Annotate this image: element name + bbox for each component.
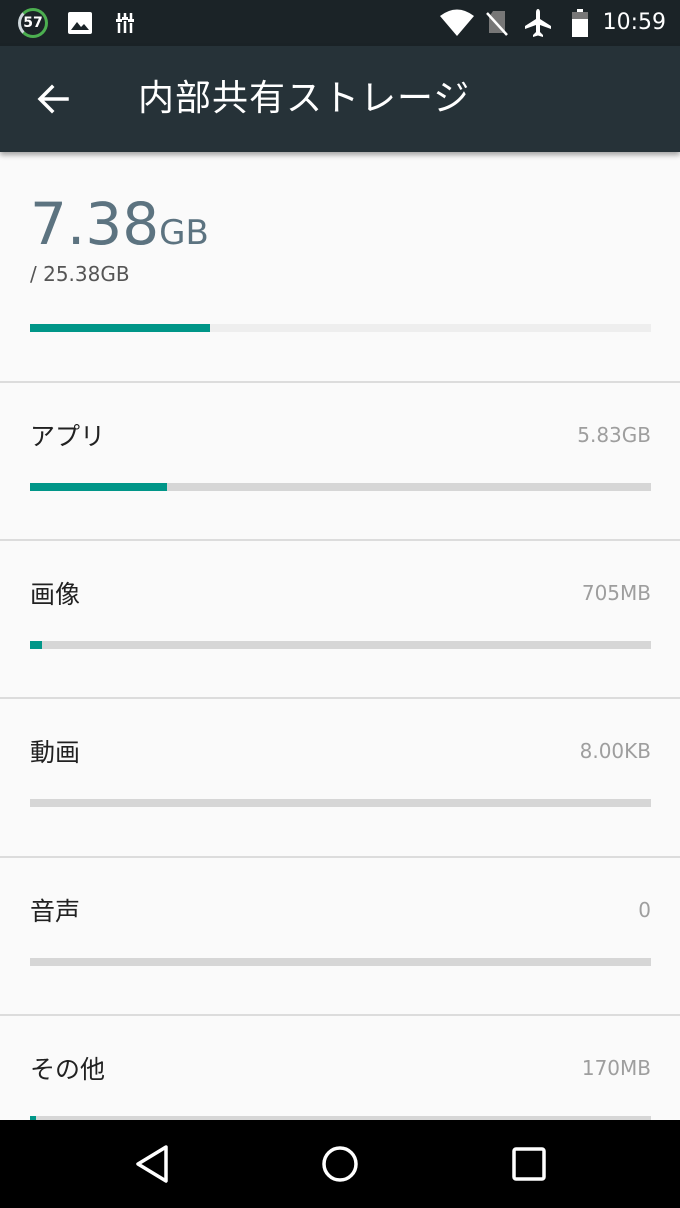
category-usage-bar [30,483,651,491]
wifi-icon [438,0,476,46]
battery-icon [566,0,594,46]
clock-time: 10:59 [602,10,666,35]
category-size: 5.83GB [577,423,651,447]
category-usage-fill [30,641,43,649]
nav-back-triangle-icon [136,1145,168,1183]
total-usage-bar [30,324,651,332]
page-title: 内部共有ストレージ [138,78,471,119]
category-row-apps[interactable]: アプリ 5.83GB [0,383,680,539]
app-bar: 内部共有ストレージ [0,46,680,152]
total-usage-fill [30,324,211,332]
category-label: アプリ [30,422,106,451]
category-size: 0 [638,898,651,922]
category-usage-bar [30,799,651,807]
category-size: 8.00KB [579,739,651,763]
no-sim-icon [482,0,512,46]
airplane-mode-icon [520,0,556,46]
category-usage-bar [30,641,651,649]
battery-percent-text: 57 [23,15,43,31]
category-row-audio[interactable]: 音声 0 [0,858,680,1014]
nav-back-button[interactable] [102,1120,202,1208]
status-bar: 57 10:59 [0,0,680,46]
category-label: 動画 [30,738,81,767]
usb-debug-icon [110,0,140,46]
image-notification-icon [64,0,96,46]
nav-recents-square-icon [512,1147,546,1181]
used-storage-value: 7.38 [30,190,160,258]
storage-summary: 7.38GB / 25.38GB [0,152,680,382]
nav-home-circle-icon [322,1146,358,1182]
battery-percent-indicator: 57 [18,8,48,38]
category-row-images[interactable]: 画像 705MB [0,541,680,697]
category-usage-fill [30,483,167,491]
navigation-bar [0,1120,680,1208]
category-size: 170MB [581,1056,651,1080]
used-storage: 7.38GB [30,190,209,258]
back-button[interactable] [22,68,84,130]
category-label: 画像 [30,580,81,609]
total-storage: / 25.38GB [30,262,130,286]
category-size: 705MB [581,581,651,605]
category-label: 音声 [30,897,81,926]
category-usage-bar [30,958,651,966]
category-label: その他 [30,1055,106,1084]
nav-recents-button[interactable] [479,1120,579,1208]
used-storage-unit: GB [159,213,209,253]
arrow-back-icon [37,84,69,114]
category-row-videos[interactable]: 動画 8.00KB [0,699,680,855]
nav-home-button[interactable] [290,1120,390,1208]
